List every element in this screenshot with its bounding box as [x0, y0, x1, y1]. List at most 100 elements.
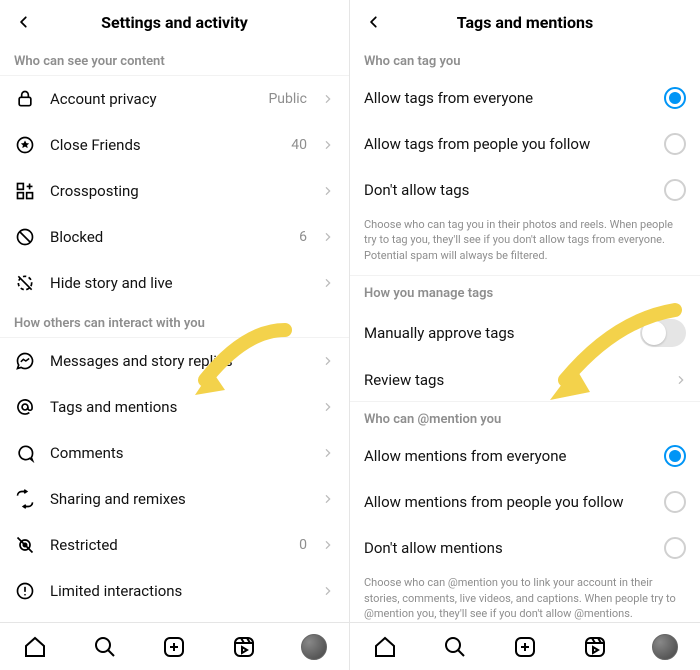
- radio-label: Allow tags from people you follow: [364, 135, 654, 153]
- page-title: Settings and activity: [38, 13, 311, 32]
- radio-label: Allow tags from everyone: [364, 89, 654, 107]
- row-label: Review tags: [364, 371, 666, 389]
- radio-icon: [664, 537, 686, 559]
- tab-profile[interactable]: [652, 634, 678, 660]
- tab-reels[interactable]: [231, 634, 257, 660]
- row-crossposting[interactable]: Crossposting: [0, 168, 349, 214]
- row-value: 0: [299, 537, 307, 553]
- section-who-can-tag: Who can tag you: [350, 44, 700, 75]
- row-label: Blocked: [50, 228, 285, 246]
- row-label: Limited interactions: [50, 582, 307, 600]
- chevron-right-icon: [321, 92, 335, 106]
- section-who-can-mention: Who can @mention you: [350, 402, 700, 433]
- chevron-right-icon: [321, 354, 335, 368]
- row-tags-mentions[interactable]: Tags and mentions: [0, 384, 349, 430]
- row-value: 40: [291, 137, 307, 153]
- lock-icon: [14, 88, 36, 110]
- chevron-right-icon: [676, 375, 686, 385]
- tab-bar: [350, 622, 700, 670]
- toggle-icon[interactable]: [640, 319, 686, 347]
- header: Tags and mentions: [350, 0, 700, 44]
- restricted-icon: [14, 534, 36, 556]
- comment-icon: [14, 442, 36, 464]
- row-messages[interactable]: Messages and story replies: [0, 338, 349, 384]
- block-icon: [14, 226, 36, 248]
- row-label: Sharing and remixes: [50, 490, 307, 508]
- opt-tags-everyone[interactable]: Allow tags from everyone: [350, 75, 700, 121]
- radio-icon: [664, 445, 686, 467]
- chevron-right-icon: [321, 584, 335, 598]
- chevron-right-icon: [321, 492, 335, 506]
- chevron-right-icon: [321, 538, 335, 552]
- row-label: Crossposting: [50, 182, 307, 200]
- row-value: Public: [268, 91, 307, 107]
- tab-profile[interactable]: [301, 634, 327, 660]
- row-manually-approve[interactable]: Manually approve tags: [350, 307, 700, 359]
- row-restricted[interactable]: Restricted 0: [0, 522, 349, 568]
- row-label: Account privacy: [50, 90, 254, 108]
- radio-label: Don't allow mentions: [364, 539, 654, 557]
- help-text-tags: Choose who can tag you in their photos a…: [350, 213, 700, 276]
- avatar-icon: [652, 634, 678, 660]
- section-manage-tags: How you manage tags: [350, 276, 700, 307]
- back-button[interactable]: [10, 8, 38, 36]
- row-label: Hide story and live: [50, 274, 307, 292]
- row-comments[interactable]: Comments: [0, 430, 349, 476]
- back-button[interactable]: [360, 8, 388, 36]
- chevron-right-icon: [321, 184, 335, 198]
- tab-home[interactable]: [372, 634, 398, 660]
- tags-mentions-pane: Tags and mentions Who can tag you Allow …: [350, 0, 700, 670]
- row-blocked[interactable]: Blocked 6: [0, 214, 349, 260]
- star-circle-icon: [14, 134, 36, 156]
- chevron-right-icon: [321, 400, 335, 414]
- radio-icon: [664, 133, 686, 155]
- hide-story-icon: [14, 272, 36, 294]
- row-label: Close Friends: [50, 136, 277, 154]
- page-title: Tags and mentions: [388, 13, 662, 32]
- radio-icon: [664, 179, 686, 201]
- row-label: Restricted: [50, 536, 285, 554]
- radio-label: Allow mentions from people you follow: [364, 493, 654, 511]
- radio-icon: [664, 87, 686, 109]
- tab-search[interactable]: [442, 634, 468, 660]
- at-icon: [14, 396, 36, 418]
- grid-add-icon: [14, 180, 36, 202]
- row-value: 6: [299, 229, 307, 245]
- radio-icon: [664, 491, 686, 513]
- tab-search[interactable]: [92, 634, 118, 660]
- chevron-left-icon: [17, 15, 31, 29]
- row-label: Manually approve tags: [364, 324, 630, 342]
- row-hide-story[interactable]: Hide story and live: [0, 260, 349, 306]
- opt-tags-none[interactable]: Don't allow tags: [350, 167, 700, 213]
- tab-create[interactable]: [161, 634, 187, 660]
- alert-icon: [14, 580, 36, 602]
- avatar-icon: [301, 634, 327, 660]
- row-review-tags[interactable]: Review tags: [350, 359, 700, 402]
- header: Settings and activity: [0, 0, 349, 44]
- opt-mentions-following[interactable]: Allow mentions from people you follow: [350, 479, 700, 525]
- tab-create[interactable]: [512, 634, 538, 660]
- opt-mentions-none[interactable]: Don't allow mentions: [350, 525, 700, 571]
- radio-label: Allow mentions from everyone: [364, 447, 654, 465]
- radio-label: Don't allow tags: [364, 181, 654, 199]
- row-limited[interactable]: Limited interactions: [0, 568, 349, 614]
- settings-pane: Settings and activity Who can see your c…: [0, 0, 350, 670]
- row-close-friends[interactable]: Close Friends 40: [0, 122, 349, 168]
- row-label: Messages and story replies: [50, 352, 307, 370]
- section-how-others-interact: How others can interact with you: [0, 306, 349, 338]
- chevron-right-icon: [321, 138, 335, 152]
- messenger-icon: [14, 350, 36, 372]
- row-sharing[interactable]: Sharing and remixes: [0, 476, 349, 522]
- opt-tags-following[interactable]: Allow tags from people you follow: [350, 121, 700, 167]
- row-label: Comments: [50, 444, 307, 462]
- tab-home[interactable]: [22, 634, 48, 660]
- chevron-right-icon: [321, 230, 335, 244]
- tab-reels[interactable]: [582, 634, 608, 660]
- row-account-privacy[interactable]: Account privacy Public: [0, 76, 349, 122]
- tab-bar: [0, 622, 349, 670]
- opt-mentions-everyone[interactable]: Allow mentions from everyone: [350, 433, 700, 479]
- chevron-right-icon: [321, 276, 335, 290]
- section-who-can-see: Who can see your content: [0, 44, 349, 76]
- chevron-left-icon: [367, 15, 381, 29]
- row-label: Tags and mentions: [50, 398, 307, 416]
